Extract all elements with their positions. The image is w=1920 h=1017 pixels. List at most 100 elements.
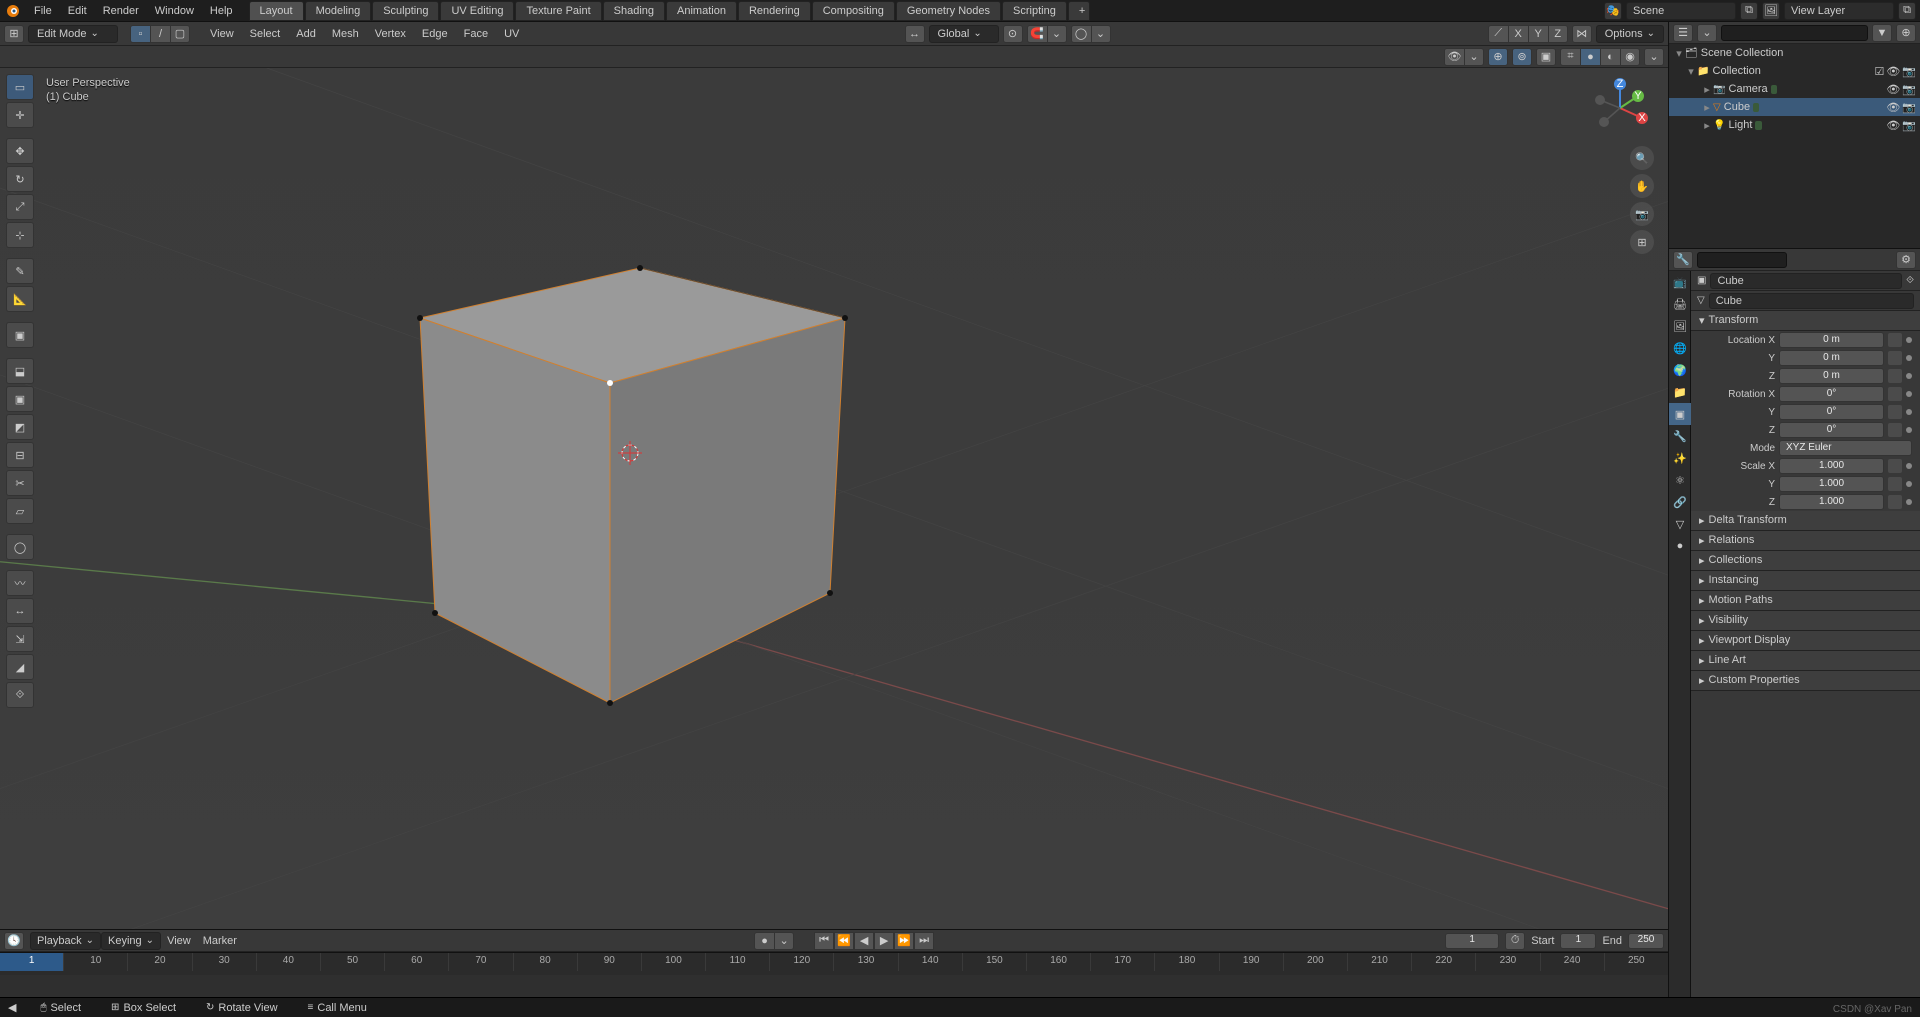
view3d-menu-uv[interactable]: UV: [496, 26, 527, 42]
rendered-shading-icon[interactable]: ◉: [1620, 48, 1640, 66]
select-box-tool[interactable]: ▭: [6, 74, 34, 100]
spin-tool[interactable]: ◯: [6, 534, 34, 560]
panel-viewport-display[interactable]: ▸Viewport Display: [1691, 631, 1920, 651]
new-collection-icon[interactable]: ⊕: [1896, 24, 1916, 42]
keyframe-dot[interactable]: [1906, 391, 1912, 397]
knife-tool[interactable]: ✂: [6, 470, 34, 496]
tab-scripting[interactable]: Scripting: [1002, 1, 1067, 21]
transform-value[interactable]: 0°: [1779, 404, 1884, 420]
options-dropdown[interactable]: Options⌄: [1596, 25, 1664, 43]
camera-view-icon[interactable]: 📷: [1630, 202, 1654, 226]
lock-icon[interactable]: [1888, 459, 1902, 473]
lock-icon[interactable]: [1888, 351, 1902, 365]
tab-sculpting[interactable]: Sculpting: [372, 1, 439, 21]
panel-instancing[interactable]: ▸Instancing: [1691, 571, 1920, 591]
zoom-icon[interactable]: 🔍: [1630, 146, 1654, 170]
lock-icon[interactable]: [1888, 495, 1902, 509]
display-mode-icon[interactable]: ⌄: [1697, 24, 1717, 42]
transform-panel-header[interactable]: ▾Transform: [1691, 311, 1920, 331]
edgeslide-tool[interactable]: ↔: [6, 598, 34, 624]
outliner-editor-icon[interactable]: ☰: [1673, 24, 1693, 42]
timeline-menu-marker[interactable]: Marker: [197, 933, 243, 949]
measure-tool[interactable]: 📐: [6, 286, 34, 312]
preview-range-icon[interactable]: ⏱: [1505, 932, 1525, 950]
mirror-y-button[interactable]: Y: [1528, 25, 1548, 43]
cursor-tool[interactable]: ✛: [6, 102, 34, 128]
keyframe-dot[interactable]: [1906, 481, 1912, 487]
outliner-item-light[interactable]: ▸💡 Light 👁📷: [1669, 116, 1920, 134]
scale-value[interactable]: 1.000: [1779, 458, 1884, 474]
timeline-body[interactable]: [0, 975, 1668, 997]
xray-toggle-icon[interactable]: ▣: [1536, 48, 1556, 66]
start-frame-field[interactable]: 1: [1560, 933, 1596, 949]
tab-geometry-nodes[interactable]: Geometry Nodes: [896, 1, 1001, 21]
editor-type-icon[interactable]: ⊞: [4, 25, 24, 43]
mesh-mirror-icon[interactable]: ⟋: [1488, 25, 1508, 43]
scene-icon[interactable]: 🎭: [1604, 2, 1622, 20]
view3d-menu-mesh[interactable]: Mesh: [324, 26, 367, 42]
scale-value[interactable]: 1.000: [1779, 494, 1884, 510]
menu-file[interactable]: File: [26, 2, 60, 20]
lock-icon[interactable]: [1888, 423, 1902, 437]
transform-value[interactable]: 0 m: [1779, 350, 1884, 366]
menu-help[interactable]: Help: [202, 2, 241, 20]
keyframe-dot[interactable]: [1906, 463, 1912, 469]
jump-prev-key-icon[interactable]: ⏪: [834, 932, 854, 950]
jump-start-icon[interactable]: ⏮: [814, 932, 834, 950]
properties-editor-icon[interactable]: 🔧: [1673, 251, 1693, 269]
scene-field[interactable]: Scene: [1626, 2, 1736, 20]
collection-tab-icon[interactable]: 📁: [1669, 381, 1691, 403]
autokey-menu-icon[interactable]: ⌄: [774, 932, 794, 950]
viewlayer-field[interactable]: View Layer: [1784, 2, 1894, 20]
matprev-shading-icon[interactable]: ◐: [1600, 48, 1620, 66]
wireframe-shading-icon[interactable]: ⌗: [1560, 48, 1580, 66]
timeline-menu-view[interactable]: View: [161, 933, 197, 949]
transform-value[interactable]: 0°: [1779, 386, 1884, 402]
menu-window[interactable]: Window: [147, 2, 202, 20]
scale-tool[interactable]: ⤢: [6, 194, 34, 220]
scale-value[interactable]: 1.000: [1779, 476, 1884, 492]
3d-viewport[interactable]: ▭ ✛ ✥ ↻ ⤢ ⊹ ✎ 📐 ▣ ⬓ ▣ ◩ ⊟ ✂ ▱ ◯: [0, 68, 1668, 929]
keyframe-dot[interactable]: [1906, 427, 1912, 433]
timeline-ruler[interactable]: 1102030405060708090100110120130140150160…: [0, 952, 1668, 975]
scene-tab-icon[interactable]: 🌐: [1669, 337, 1691, 359]
polybuild-tool[interactable]: ▱: [6, 498, 34, 524]
tab-uv-editing[interactable]: UV Editing: [440, 1, 514, 21]
mesh-name-field[interactable]: Cube: [1709, 293, 1914, 309]
annotate-tool[interactable]: ✎: [6, 258, 34, 284]
keyframe-dot[interactable]: [1906, 337, 1912, 343]
lock-icon[interactable]: [1888, 405, 1902, 419]
outliner-tree[interactable]: ▾🗂 Scene Collection ▾📁 Collection☑👁📷 ▸📷 …: [1669, 44, 1920, 249]
transform-tool[interactable]: ⊹: [6, 222, 34, 248]
lock-icon[interactable]: [1888, 369, 1902, 383]
loopcut-tool[interactable]: ⊟: [6, 442, 34, 468]
smooth-tool[interactable]: 〰: [6, 570, 34, 596]
orientation-selector[interactable]: Global⌄: [929, 25, 999, 43]
snap-type-icon[interactable]: ⌄: [1047, 25, 1067, 43]
gizmo-toggle-icon[interactable]: ⊕: [1488, 48, 1508, 66]
lock-icon[interactable]: [1888, 333, 1902, 347]
lock-icon[interactable]: [1888, 477, 1902, 491]
object-name-field[interactable]: Cube: [1710, 273, 1902, 289]
panel-delta-transform[interactable]: ▸Delta Transform: [1691, 511, 1920, 531]
panel-line-art[interactable]: ▸Line Art: [1691, 651, 1920, 671]
mesh-tab-icon[interactable]: ▽: [1669, 513, 1691, 535]
tab-compositing[interactable]: Compositing: [812, 1, 895, 21]
tab-layout[interactable]: Layout: [249, 1, 304, 21]
move-tool[interactable]: ✥: [6, 138, 34, 164]
back-icon[interactable]: ◀: [8, 1001, 16, 1014]
object-tab-icon[interactable]: ▣: [1669, 403, 1691, 425]
physics-tab-icon[interactable]: ⚛: [1669, 469, 1691, 491]
transform-orientation-icon[interactable]: ↔: [905, 25, 925, 43]
transform-value[interactable]: 0°: [1779, 422, 1884, 438]
tab-rendering[interactable]: Rendering: [738, 1, 811, 21]
timeline-menu-playback[interactable]: Playback ⌄: [30, 932, 101, 950]
modifier-tab-icon[interactable]: 🔧: [1669, 425, 1691, 447]
world-tab-icon[interactable]: 🌍: [1669, 359, 1691, 381]
face-select-icon[interactable]: ▢: [170, 25, 190, 43]
tab-animation[interactable]: Animation: [666, 1, 737, 21]
menu-render[interactable]: Render: [95, 2, 147, 20]
pan-icon[interactable]: ✋: [1630, 174, 1654, 198]
mirror-x-button[interactable]: X: [1508, 25, 1528, 43]
play-icon[interactable]: ▶: [874, 932, 894, 950]
